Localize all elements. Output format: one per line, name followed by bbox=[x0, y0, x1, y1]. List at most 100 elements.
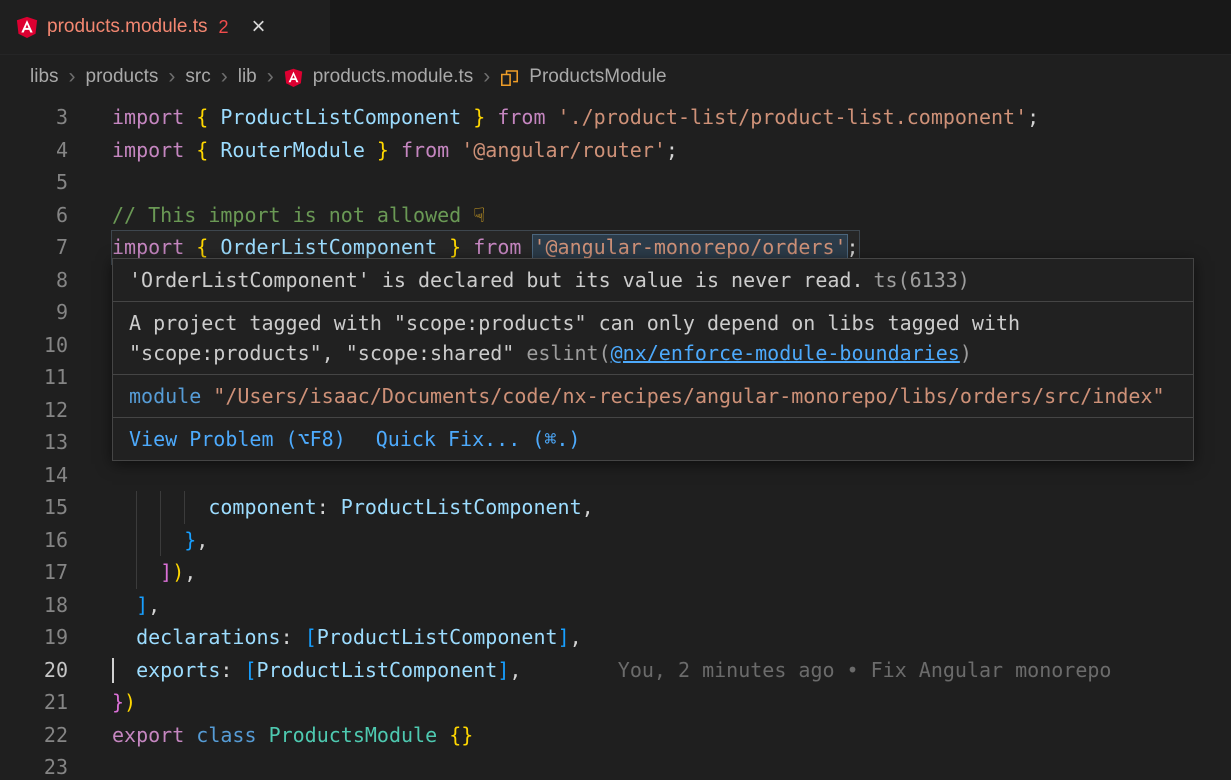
line-number[interactable]: 7 bbox=[0, 231, 68, 264]
code-token: } bbox=[184, 528, 196, 552]
indent-guide bbox=[136, 524, 137, 557]
code-line-23[interactable]: 23 bbox=[0, 751, 1231, 780]
line-content: component: ProductListComponent, bbox=[112, 491, 1231, 524]
code-line-19[interactable]: 19 declarations: [ProductListComponent], bbox=[0, 621, 1231, 654]
code-line-20[interactable]: 20 exports: [ProductListComponent],You, … bbox=[0, 654, 1231, 687]
line-content: declarations: [ProductListComponent], bbox=[112, 621, 1231, 654]
line-number[interactable]: 10 bbox=[0, 329, 68, 362]
ts-diagnostic-code: ts(6133) bbox=[874, 268, 970, 292]
code-token: , bbox=[570, 625, 582, 649]
breadcrumb-item-lib[interactable]: lib bbox=[238, 66, 257, 88]
code-token bbox=[257, 723, 269, 747]
code-token bbox=[112, 658, 136, 682]
line-number[interactable]: 15 bbox=[0, 491, 68, 524]
code-line-22[interactable]: 22export class ProductsModule {} bbox=[0, 719, 1231, 752]
eslint-source-prefix: eslint( bbox=[514, 341, 610, 365]
code-line-6[interactable]: 6 // This import is not allowed ☟ bbox=[0, 199, 1231, 232]
code-token: } bbox=[365, 138, 401, 162]
line-number[interactable]: 11 bbox=[0, 361, 68, 394]
code-token: // This import is not allowed bbox=[112, 203, 473, 227]
line-number[interactable]: 4 bbox=[0, 134, 68, 167]
line-number[interactable]: 13 bbox=[0, 426, 68, 459]
code-line-21[interactable]: 21}) bbox=[0, 686, 1231, 719]
ts-diagnostic-message: 'OrderListComponent' is declared but its… bbox=[129, 268, 864, 292]
code-token: ] bbox=[160, 560, 172, 584]
code-text: ]), bbox=[112, 556, 196, 589]
line-number[interactable]: 22 bbox=[0, 719, 68, 752]
breadcrumb-item-products[interactable]: products bbox=[86, 66, 159, 88]
code-text: exports: [ProductListComponent], bbox=[112, 654, 521, 687]
code-line-18[interactable]: 18 ], bbox=[0, 589, 1231, 622]
line-number[interactable]: 9 bbox=[0, 296, 68, 329]
code-token: {} bbox=[449, 723, 473, 747]
code-token: , bbox=[196, 528, 208, 552]
code-line-16[interactable]: 16 }, bbox=[0, 524, 1231, 557]
view-problem-button[interactable]: View Problem (⌥F8) bbox=[129, 424, 346, 454]
line-number[interactable]: 17 bbox=[0, 556, 68, 589]
eslint-source-suffix: ) bbox=[960, 341, 972, 365]
module-path: "/Users/isaac/Documents/code/nx-recipes/… bbox=[213, 384, 1164, 408]
line-number[interactable]: 14 bbox=[0, 459, 68, 492]
code-line-3[interactable]: 3import { ProductListComponent } from '.… bbox=[0, 101, 1231, 134]
hover-popup: 'OrderListComponent' is declared but its… bbox=[112, 258, 1194, 461]
breadcrumb-item-src[interactable]: src bbox=[185, 66, 210, 88]
code-text: }) bbox=[112, 686, 136, 719]
line-number[interactable]: 23 bbox=[0, 751, 68, 780]
code-line-5[interactable]: 5 bbox=[0, 166, 1231, 199]
line-content bbox=[112, 459, 1231, 492]
code-line-15[interactable]: 15 component: ProductListComponent, bbox=[0, 491, 1231, 524]
git-blame-hint: You, 2 minutes ago • Fix Angular monorep… bbox=[521, 658, 1111, 682]
code-text: declarations: [ProductListComponent], bbox=[112, 621, 582, 654]
quick-fix-button[interactable]: Quick Fix... (⌘.) bbox=[376, 424, 581, 454]
breadcrumb-item-libs[interactable]: libs bbox=[30, 66, 59, 88]
code-line-17[interactable]: 17 ]), bbox=[0, 556, 1231, 589]
editor: 3import { ProductListComponent } from '.… bbox=[0, 99, 1231, 780]
code-token: [ bbox=[305, 625, 317, 649]
code-token bbox=[112, 625, 136, 649]
indent-guide bbox=[160, 524, 161, 557]
line-content: ]), bbox=[112, 556, 1231, 589]
breadcrumb-separator: › bbox=[168, 65, 175, 89]
line-number[interactable]: 8 bbox=[0, 264, 68, 297]
code-token: ☟ bbox=[473, 203, 485, 227]
line-number[interactable]: 18 bbox=[0, 589, 68, 622]
tab-products-module[interactable]: products.module.ts 2 × bbox=[0, 0, 330, 54]
code-token: component bbox=[208, 495, 316, 519]
code-token: import bbox=[112, 138, 184, 162]
code-text: ], bbox=[112, 589, 160, 622]
breadcrumb-item-symbol[interactable]: ProductsModule bbox=[529, 66, 666, 88]
line-number[interactable]: 20 bbox=[0, 654, 68, 687]
code-token: { bbox=[184, 105, 220, 129]
angular-file-icon bbox=[284, 68, 303, 87]
breadcrumb-item-filename[interactable]: products.module.ts bbox=[313, 66, 474, 88]
code-token: ProductListComponent bbox=[257, 658, 498, 682]
code-token bbox=[521, 235, 533, 259]
line-number[interactable]: 21 bbox=[0, 686, 68, 719]
code-token: RouterModule bbox=[220, 138, 365, 162]
code-token: , bbox=[184, 560, 196, 584]
line-number[interactable]: 12 bbox=[0, 394, 68, 427]
line-number[interactable]: 5 bbox=[0, 166, 68, 199]
line-number[interactable]: 19 bbox=[0, 621, 68, 654]
code-token: ) bbox=[124, 690, 136, 714]
code-token: from bbox=[401, 138, 449, 162]
code-token: ; bbox=[847, 235, 859, 259]
code-token: , bbox=[582, 495, 594, 519]
close-tab-icon[interactable]: × bbox=[252, 15, 266, 39]
code-line-14[interactable]: 14 bbox=[0, 459, 1231, 492]
eslint-rule-link[interactable]: @nx/enforce-module-boundaries bbox=[611, 341, 960, 365]
code-token: ] bbox=[136, 593, 148, 617]
code-token: OrderListComponent bbox=[220, 235, 437, 259]
code-token: ] bbox=[497, 658, 509, 682]
code-token: } bbox=[437, 235, 473, 259]
module-info-row: module "/Users/isaac/Documents/code/nx-r… bbox=[113, 375, 1193, 418]
line-number[interactable]: 3 bbox=[0, 101, 68, 134]
code-text: import { RouterModule } from '@angular/r… bbox=[112, 134, 678, 167]
code-line-4[interactable]: 4 import { RouterModule } from '@angular/… bbox=[0, 134, 1231, 167]
hover-status-bar: View Problem (⌥F8) Quick Fix... (⌘.) bbox=[113, 418, 1193, 460]
line-number[interactable]: 16 bbox=[0, 524, 68, 557]
code-token: [ bbox=[244, 658, 256, 682]
line-number[interactable]: 6 bbox=[0, 199, 68, 232]
code-token: '@angular-monorepo/orders' bbox=[533, 235, 846, 259]
code-token: ) bbox=[172, 560, 184, 584]
